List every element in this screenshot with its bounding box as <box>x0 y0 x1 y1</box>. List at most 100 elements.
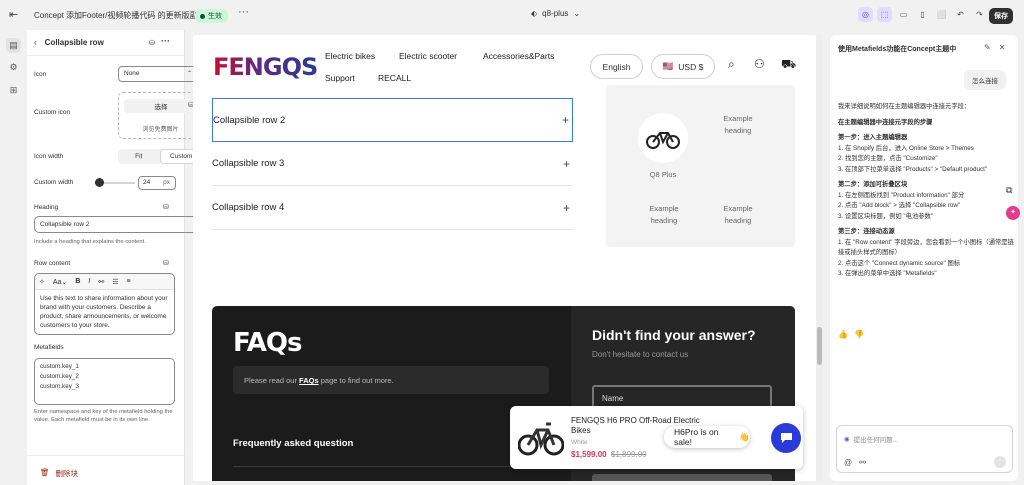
custom-width-slider[interactable] <box>95 178 135 187</box>
contact-field[interactable] <box>592 474 772 481</box>
faq-link[interactable]: FAQs <box>299 376 319 385</box>
nav-support[interactable]: Support <box>325 73 355 83</box>
settings-gear-icon[interactable]: ⚙ <box>6 60 21 75</box>
collapsible-row[interactable]: Collapsible row 3 + <box>212 142 573 186</box>
apps-icon[interactable]: ⊞ <box>6 83 21 98</box>
undo-icon[interactable]: ↶ <box>953 7 968 22</box>
metafield-line: custom.key_1 <box>40 363 79 370</box>
step-item: 1. 在 Shopify 后台，进入 Online Store > Themes <box>838 144 974 152</box>
heading-input[interactable]: Collapsible row 2 <box>34 216 203 233</box>
store-logo[interactable]: FENGQS <box>213 53 318 81</box>
cart-icon[interactable]: ⛟ <box>781 57 796 73</box>
mention-icon[interactable]: @ <box>844 458 852 467</box>
copy-icon[interactable]: ⧉ <box>1006 185 1020 196</box>
sections-icon[interactable]: ▤ <box>6 38 21 53</box>
icon-width-fit-option[interactable]: Fit <box>118 149 160 164</box>
row-content-editor[interactable]: ✧ Aa⌄ B I ⚯ ☰ ≡ Use this text to share i… <box>34 273 175 335</box>
step-item: 3. 在顶部下拉菜单选择 "Products" > "Default produ… <box>838 165 988 173</box>
collapsible-row[interactable]: Collapsible row 2 + <box>212 98 573 142</box>
slider-knob[interactable] <box>95 178 104 187</box>
desktop-view-icon[interactable]: ▭ <box>896 7 911 22</box>
rich-text-toolbar: ✧ Aa⌄ B I ⚯ ☰ ≡ <box>35 274 174 290</box>
delete-block-button[interactable]: 🗑 删除块 <box>40 468 78 479</box>
user-message: 怎么连接 <box>964 70 1006 90</box>
example-heading: Example heading <box>649 204 679 225</box>
scrollbar-thumb[interactable] <box>817 327 822 365</box>
contact-subheading: Don't hesitate to contact us <box>592 350 689 359</box>
preview-scrollbar[interactable] <box>816 35 823 481</box>
custom-width-unit: px <box>163 179 170 186</box>
choose-image-button[interactable]: 选择 ⛁ <box>124 99 198 113</box>
collapsible-row[interactable]: Collapsible row 4 + <box>212 186 573 230</box>
currency-selector[interactable]: 🇺🇸 USD $ <box>651 54 715 79</box>
response-intro: 我来详细说明如何在主题编辑器中连接元字段： <box>838 103 971 110</box>
dynamic-source-icon[interactable]: ⛁ <box>163 203 169 211</box>
product-thumbnail <box>518 422 564 456</box>
language-selector[interactable]: English <box>590 54 643 79</box>
ai-assistant-icon[interactable]: ◎ <box>858 7 873 22</box>
metafields-label: Metafields <box>34 344 64 351</box>
send-button[interactable]: ↑ <box>994 456 1006 468</box>
faq-divider <box>233 466 549 467</box>
text-format-icon[interactable]: Aa⌄ <box>53 278 67 286</box>
assistant-title: 使用Metafields功能在Concept主题中 <box>838 46 957 53</box>
ai-helper-icon[interactable]: ✦ <box>1006 206 1020 220</box>
bullet-list-icon[interactable]: ☰ <box>112 278 118 286</box>
thumbs-up-icon[interactable]: 👍 <box>838 330 848 339</box>
product-image[interactable] <box>638 113 688 163</box>
inspector-icon[interactable]: ⬚ <box>877 7 892 22</box>
contact-heading: Didn't find your answer? <box>592 327 756 343</box>
redo-icon[interactable]: ↷ <box>972 7 987 22</box>
italic-icon[interactable]: I <box>88 278 90 285</box>
step-item: 3. 在弹出的菜单中选择 "Metafields" <box>838 270 937 277</box>
assistant-response: 我来详细说明如何在主题编辑器中连接元字段： 在主题编辑器中连接元字段的步骤 第一… <box>838 102 1014 280</box>
metafields-textarea[interactable]: custom.key_1 custom.key_2 custom.key_3 <box>34 358 175 405</box>
fullscreen-icon[interactable]: ⬜ <box>934 7 949 22</box>
example-heading: Example heading <box>723 204 753 225</box>
trash-icon: 🗑 <box>40 468 50 477</box>
step-item: 2. 点击 "Add block" > 选择 "Collapsible row" <box>838 202 961 209</box>
browse-free-images-link[interactable]: 浏览免费图片 <box>119 124 202 133</box>
chat-icon <box>780 433 792 443</box>
chat-button[interactable] <box>771 423 801 453</box>
frequent-question-heading: Frequently asked question <box>233 438 354 449</box>
mobile-view-icon[interactable]: ▯ <box>915 7 930 22</box>
nav-recall[interactable]: RECALL <box>378 73 411 83</box>
nav-electric-scooter[interactable]: Electric scooter <box>399 51 457 61</box>
attach-icon[interactable]: ⚯ <box>859 458 866 467</box>
sale-bubble[interactable]: H6Pro is on sale! 👋 <box>664 426 750 448</box>
ai-sparkle-icon[interactable]: ✧ <box>39 278 45 286</box>
account-icon[interactable]: ⚇ <box>754 57 765 71</box>
assistant-header-icons: ✎ ✕ <box>984 43 1005 52</box>
bold-icon[interactable]: B <box>75 278 80 285</box>
more-actions-button[interactable]: ··· <box>238 6 249 18</box>
faq-read-suffix: page to find out more. <box>318 376 394 385</box>
plus-icon: + <box>561 113 569 127</box>
close-icon[interactable]: ✕ <box>999 43 1006 52</box>
more-icon[interactable]: ··· <box>161 36 170 46</box>
icon-select[interactable]: None ⌃⌄ <box>118 66 203 82</box>
assistant-input[interactable]: ◉ 提出任何问题... @ ⚯ ↑ <box>836 425 1013 473</box>
link-icon[interactable]: ⚯ <box>98 278 104 286</box>
numbered-list-icon[interactable]: ≡ <box>126 278 130 285</box>
back-arrow-icon[interactable]: ‹ <box>34 38 37 47</box>
example-heading: Example heading <box>723 114 753 135</box>
dynamic-source-icon[interactable]: ⛁ <box>163 259 169 267</box>
dynamic-source-icon[interactable]: ⛁ <box>149 39 155 47</box>
nav-electric-bikes[interactable]: Electric bikes <box>325 51 375 61</box>
search-icon[interactable]: ⌕ <box>728 57 735 72</box>
exit-icon[interactable]: ⇤ <box>9 8 23 22</box>
step-item: 2. 找到您的主题，点击 "Customize" <box>838 155 938 162</box>
template-selector[interactable]: ⬖ q8-plus ⌄ <box>531 9 580 18</box>
panel-footer-divider <box>27 455 185 456</box>
new-chat-icon[interactable]: ✎ <box>984 43 991 52</box>
chevron-down-icon: ⌄ <box>573 9 581 18</box>
nav-accessories[interactable]: Accessories&Parts <box>483 51 554 61</box>
response-heading: 在主题编辑器中连接元字段的步骤 <box>838 118 933 126</box>
product-popup[interactable]: FENGQS H6 PRO Off-Road Electric Bikes Wh… <box>510 406 803 469</box>
product-old-price: $1,899.00 <box>611 450 647 459</box>
custom-width-input[interactable]: 24 px <box>138 176 176 190</box>
thumbs-down-icon[interactable]: 👎 <box>854 330 864 339</box>
status-dot-icon <box>200 13 205 19</box>
save-button[interactable]: 保存 <box>989 8 1013 24</box>
